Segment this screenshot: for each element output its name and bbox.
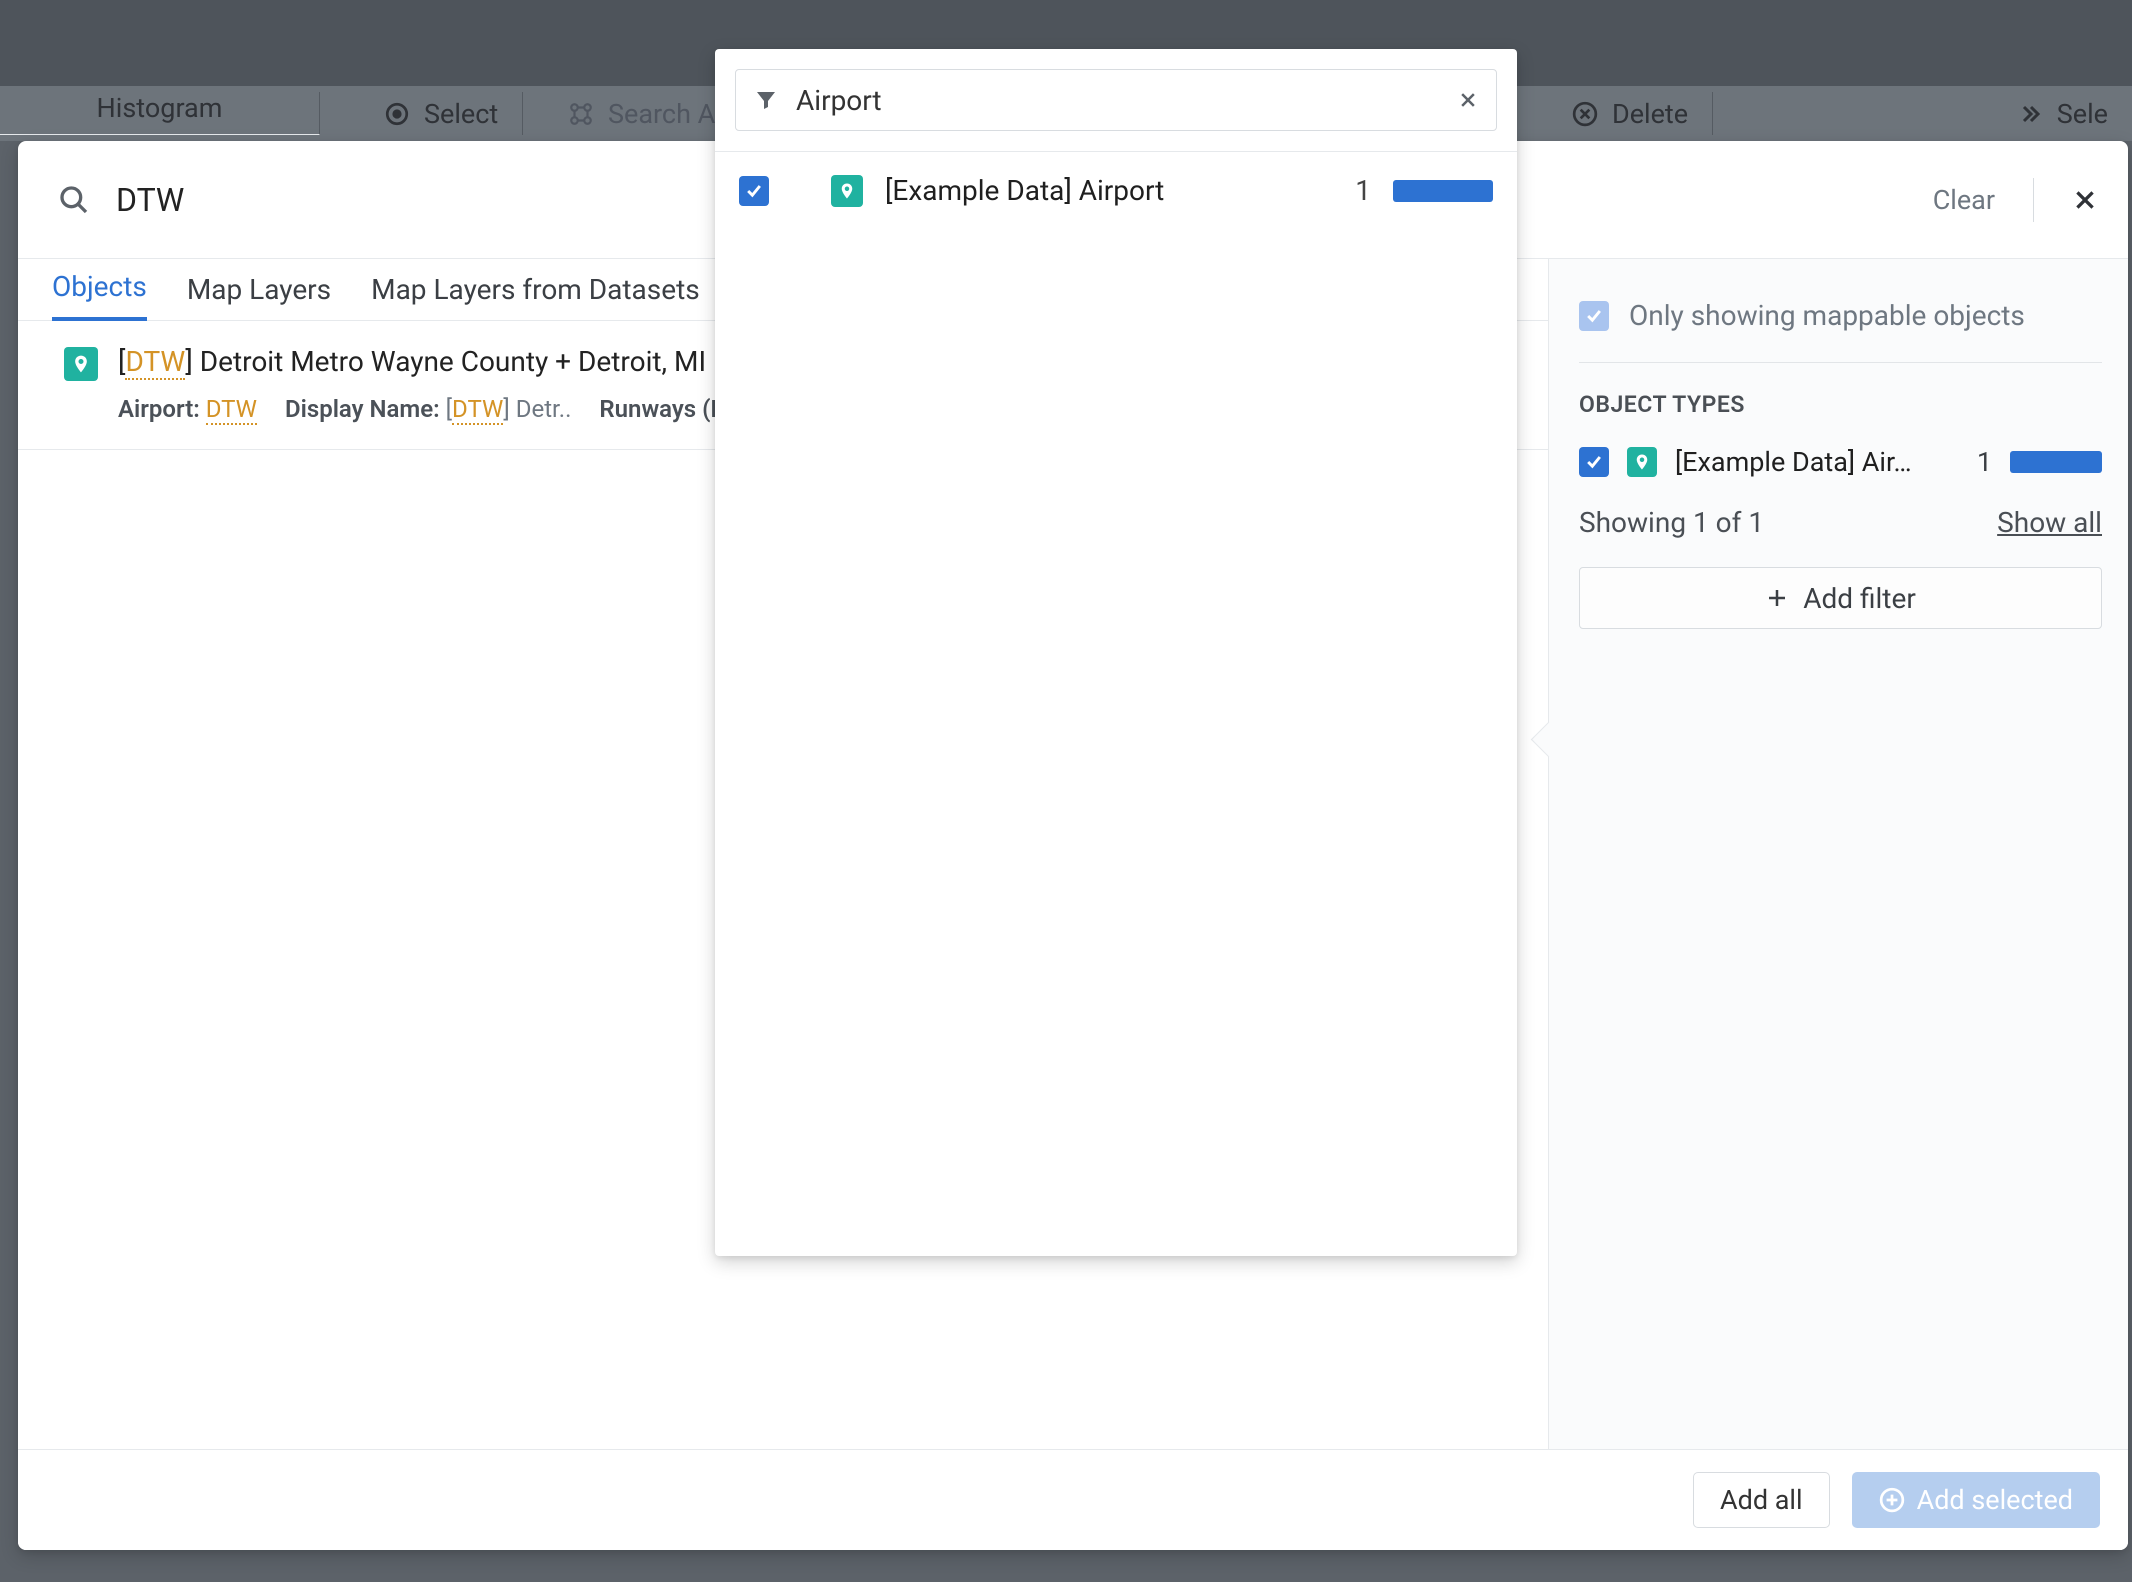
- add-all-button[interactable]: Add all: [1693, 1472, 1830, 1528]
- t-hl: DTW: [125, 345, 185, 380]
- row-bar: [1393, 180, 1493, 202]
- dp-hl: DTW: [452, 395, 503, 425]
- meta-airport-hl: DTW: [206, 395, 257, 425]
- type-name: [Example Data] Air…: [1675, 446, 1953, 478]
- dialog-footer: Add all Add selected: [18, 1450, 2128, 1550]
- dropdown-search[interactable]: [735, 69, 1497, 131]
- tab-objects[interactable]: Objects: [52, 270, 147, 321]
- close-icon[interactable]: [2072, 187, 2098, 213]
- bg-toolbar-delete[interactable]: Delete: [1612, 98, 1688, 130]
- row-count: 1: [1355, 174, 1371, 207]
- meta-display-label: Display Name:: [285, 395, 440, 423]
- search-icon: [58, 184, 90, 216]
- add-all-label: Add all: [1720, 1484, 1803, 1516]
- bg-toolbar-select-right[interactable]: Sele: [2057, 98, 2108, 130]
- bg-toolbar-search-around[interactable]: Search Ar: [608, 98, 724, 130]
- add-selected-button[interactable]: Add selected: [1852, 1472, 2100, 1528]
- pin-icon: [831, 175, 863, 207]
- tab-map-layers[interactable]: Map Layers: [187, 273, 331, 320]
- dropdown-row[interactable]: [Example Data] Airport 1: [715, 152, 1517, 229]
- add-filter-label: Add filter: [1803, 582, 1916, 615]
- object-types-label: OBJECT TYPES: [1579, 391, 2102, 418]
- filter-icon: [754, 88, 778, 112]
- object-type-row[interactable]: [Example Data] Air… 1: [1579, 446, 2102, 478]
- add-filter-button[interactable]: Add filter: [1579, 567, 2102, 629]
- separator: [2033, 178, 2034, 222]
- search-around-icon: [568, 101, 594, 127]
- delete-icon: [1572, 101, 1598, 127]
- filter-dropdown: [Example Data] Airport 1: [715, 49, 1517, 1256]
- show-all-link[interactable]: Show all: [1997, 506, 2102, 539]
- search-input-value[interactable]: DTW: [116, 181, 184, 219]
- plus-icon: [1765, 586, 1789, 610]
- pin-icon: [1627, 447, 1657, 477]
- type-count: 1: [1977, 446, 1992, 478]
- row-checkbox[interactable]: [739, 176, 769, 206]
- dp-suf: ] Detr..: [503, 395, 571, 423]
- pin-icon: [64, 347, 98, 381]
- add-selected-label: Add selected: [1917, 1484, 2073, 1516]
- mappable-row[interactable]: Only showing mappable objects: [1579, 299, 2102, 363]
- bg-tab-histogram[interactable]: Histogram: [97, 92, 223, 124]
- mappable-label: Only showing mappable objects: [1629, 299, 2025, 332]
- filter-sidebar: Only showing mappable objects OBJECT TYP…: [1548, 259, 2128, 1450]
- mappable-checkbox[interactable]: [1579, 301, 1609, 331]
- row-label: [Example Data] Airport: [885, 174, 1164, 207]
- chevron-right-double-icon[interactable]: [2019, 102, 2043, 126]
- target-icon: [384, 101, 410, 127]
- bg-toolbar-select[interactable]: Select: [424, 98, 498, 130]
- t-suf: ] Detroit Metro Wayne County + Detroit, …: [185, 345, 706, 378]
- meta-airport-label: Airport:: [118, 395, 200, 423]
- type-checkbox[interactable]: [1579, 447, 1609, 477]
- clear-button[interactable]: Clear: [1933, 184, 1995, 216]
- type-bar: [2010, 451, 2102, 473]
- dropdown-search-input[interactable]: [794, 83, 1442, 118]
- showing-text: Showing 1 of 1: [1579, 506, 1764, 539]
- clear-icon[interactable]: [1458, 90, 1478, 110]
- showing-row: Showing 1 of 1 Show all: [1579, 506, 2102, 539]
- plus-circle-icon: [1879, 1487, 1905, 1513]
- tab-map-layers-datasets[interactable]: Map Layers from Datasets: [371, 273, 700, 320]
